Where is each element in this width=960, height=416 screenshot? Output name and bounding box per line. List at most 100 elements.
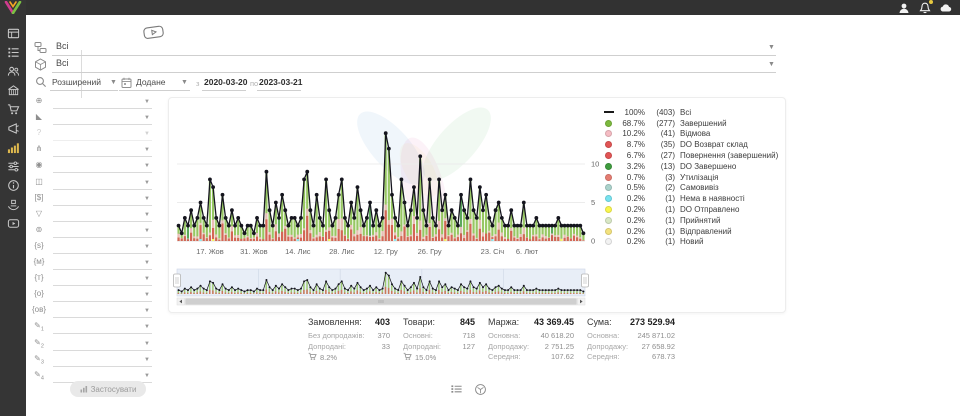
legend-percent: 3.2% [612,162,645,171]
sidebar-item-customers[interactable] [0,62,26,81]
view-toggles [450,383,487,396]
filter-row-web[interactable]: ⊚▼ [31,225,156,239]
legend-item[interactable]: 0.2%(1)Прийнятий [605,215,783,226]
chevron-down-icon[interactable]: ▼ [144,147,150,153]
legend-percent: 10.2% [612,129,645,138]
sidebar-item-cart[interactable] [0,100,26,119]
date-from-input[interactable]: 2020-03-20 [204,77,247,87]
product-dropdown-caret[interactable]: ▼ [768,61,775,68]
legend-item[interactable]: 3.2%(13)DO Завершено [605,161,783,172]
sidebar-item-info[interactable] [0,176,26,195]
legend-item[interactable]: 0.2%(1)Новий [605,237,783,248]
chevron-down-icon[interactable]: ▼ [144,180,150,186]
chevron-down-icon[interactable]: ▼ [144,324,150,330]
date-field-caret[interactable]: ▼ [181,79,188,86]
filter-row-fingerprint[interactable]: ◉▼ [31,160,156,174]
stat-row-label: Допродажу: [488,342,529,353]
chevron-down-icon[interactable]: ▼ [144,308,150,314]
legend-item[interactable]: 0.7%(3)Утилізація [605,172,783,183]
filter-row-hierarchy[interactable]: ⋔▼ [31,144,156,158]
category-filter-value[interactable]: Всі [56,41,69,51]
filter-row-var-o[interactable]: {о}▼ [31,289,156,303]
chevron-down-icon[interactable]: ▼ [144,276,150,282]
filter-row-var-m[interactable]: {м}▼ [31,257,156,271]
sidebar-item-broadcast[interactable] [0,119,26,138]
filter-row-money[interactable]: [$]▼ [31,193,156,207]
filter-row-custom-field1[interactable]: ✎1▼ [31,321,156,335]
chevron-down-icon[interactable]: ▼ [144,292,150,298]
chevron-down-icon[interactable]: ▼ [144,115,150,121]
var-s-icon: {s} [31,241,47,250]
sidebar-item-integrations[interactable] [0,157,26,176]
chevron-down-icon[interactable]: ▼ [144,260,150,266]
legend-item[interactable]: 6.7%(27)Повернення (завершений) [605,150,783,161]
legend-item[interactable]: 0.2%(1)Нема в наявності [605,193,783,204]
filter-row-custom-field3[interactable]: ✎3▼ [31,354,156,368]
product-filter-value[interactable]: Всі [56,58,69,68]
filter-row-help[interactable]: ?▼ [31,128,156,142]
search-icon[interactable] [35,75,48,88]
sidebar-item-dashboard[interactable] [0,24,26,43]
chevron-down-icon[interactable]: ▼ [144,228,150,234]
sidebar-item-orders[interactable] [0,43,26,62]
chevron-down-icon[interactable]: ▼ [144,163,150,169]
sidebar-item-store[interactable] [0,81,26,100]
legend-count: (1) [645,205,675,214]
filter-row-var-s[interactable]: {s} ▼ [31,241,156,255]
sidebar-items [0,24,26,233]
filter-row-area-chart[interactable]: ◣▼ [31,112,156,126]
main-content: Всі ▼ Всі ▼ Розширений ▼ [26,15,960,416]
chevron-down-icon[interactable]: ▼ [144,131,150,137]
profile-icon[interactable] [897,1,910,14]
sidebar-item-video[interactable] [0,214,26,233]
date-to-input[interactable]: 2023-03-21 [259,77,302,87]
legend-item[interactable]: 100%(403)Всі [605,107,783,118]
product-view-icon[interactable] [474,383,487,396]
filter-row-funnel[interactable]: ▽▼ [31,209,156,223]
search-mode-value[interactable]: Розширений [52,77,101,87]
stat-row-label: Основні: [403,331,433,342]
stat-row-label: Допродані: [403,342,441,353]
legend-item[interactable]: 68.7%(277)Завершений [605,118,783,129]
chevron-down-icon[interactable]: ▼ [144,212,150,218]
chevron-down-icon[interactable]: ▼ [144,373,150,379]
chevron-down-icon[interactable]: ▼ [144,244,150,250]
category-dropdown-caret[interactable]: ▼ [768,44,775,51]
legend-percent: 0.2% [612,194,645,203]
stat-row-label: Допродані: [308,342,346,353]
app-logo-icon[interactable] [3,1,23,14]
chevron-down-icon[interactable]: ▼ [144,99,150,105]
sidebar-item-loyalty[interactable] [0,195,26,214]
legend-item[interactable]: 0.2%(1)DO Отправлено [605,204,783,215]
filter-row-globe[interactable]: ⊕▼ [31,96,156,110]
table-view-icon[interactable] [450,383,463,396]
chart-scrollbar[interactable] [177,297,585,305]
filter-row-var-ov[interactable]: {ов}▼ [31,305,156,319]
chevron-down-icon[interactable]: ▼ [144,341,150,347]
legend-item[interactable]: 10.2%(41)Відмова [605,129,783,140]
chart-navigator[interactable] [177,269,585,296]
chevron-down-icon[interactable]: ▼ [144,357,150,363]
legend-item[interactable]: 0.5%(2)Самовивіз [605,183,783,194]
legend-label: Прийнятий [680,216,721,225]
bell-icon[interactable] [918,1,931,14]
apply-button[interactable]: Застосувати [70,381,146,397]
legend-percent: 100% [612,108,645,117]
legend-percent: 0.2% [612,205,645,214]
filter-underline [53,269,152,270]
search-mode-caret[interactable]: ▼ [110,79,117,86]
legend-label: Самовивіз [680,183,719,192]
sidebar-item-analytics[interactable] [0,138,26,157]
stat-row: Середня:107.62 [488,352,574,363]
stat-row: Основні:718 [403,331,475,342]
chart-legend: 100%(403)Всі68.7%(277)Завершений10.2%(41… [605,107,783,247]
date-field-value[interactable]: Додане [136,77,166,87]
filter-row-custom-field2[interactable]: ✎2▼ [31,338,156,352]
cloud-icon[interactable] [939,1,952,14]
legend-item[interactable]: 0.2%(1)Відправлений [605,226,783,237]
filter-row-package[interactable]: ◫▼ [31,177,156,191]
filter-row-var-t[interactable]: {т}▼ [31,273,156,287]
filter-underline [53,333,152,334]
legend-item[interactable]: 8.7%(35)DO Возврат склад [605,139,783,150]
chevron-down-icon[interactable]: ▼ [144,196,150,202]
